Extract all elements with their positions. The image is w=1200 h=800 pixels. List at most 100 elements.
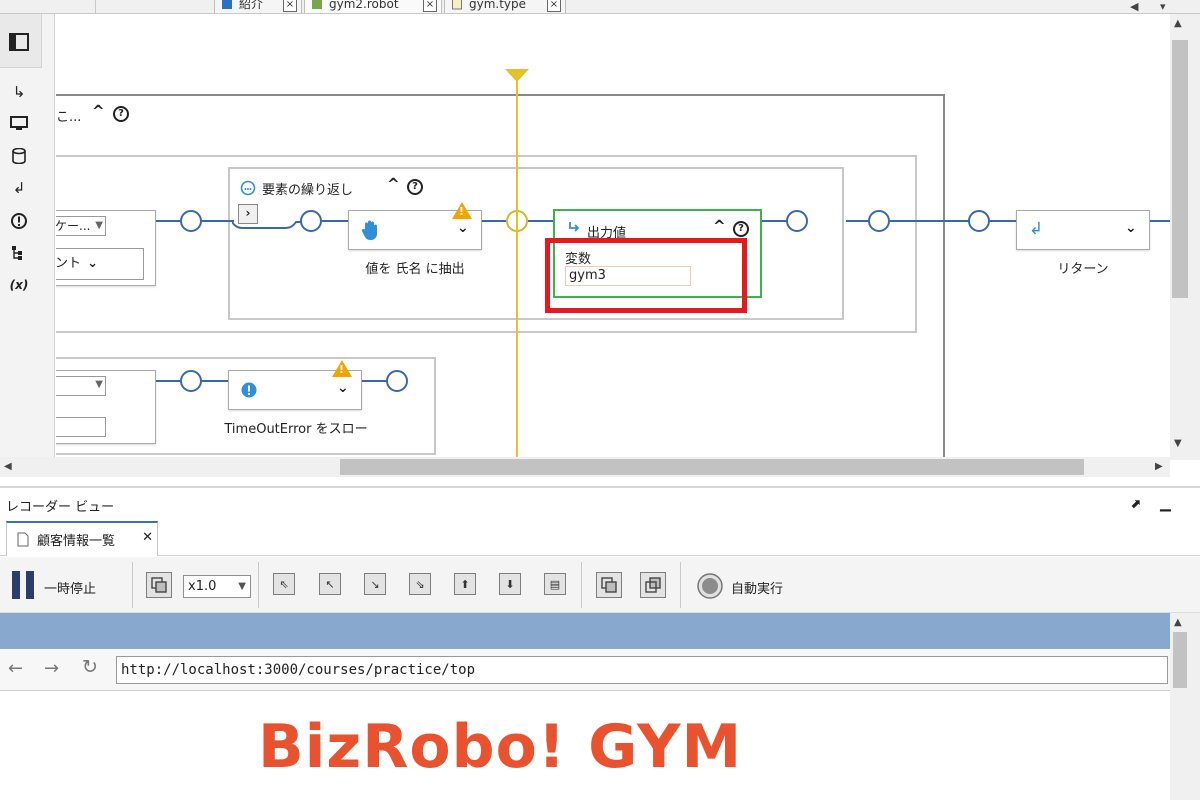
connector-node[interactable] (386, 370, 408, 392)
hand-icon (361, 220, 377, 240)
window-forward-button[interactable] (640, 572, 666, 598)
scroll-left-icon[interactable]: ◀ (4, 461, 12, 472)
flow-canvas[interactable]: こ... ^ ? 要素の繰り返し ^ ? › ケー... ▼ ント ⌄ ⌄ ! … (56, 14, 1170, 460)
connector-node[interactable] (868, 210, 890, 232)
editor-tab-strip: 紹介 × gym2.robot × gym.type × ◀ ▾ (0, 0, 1200, 14)
nav-down-right-button[interactable]: ↘ (364, 573, 386, 595)
help-icon[interactable]: ? (407, 179, 423, 195)
speed-select[interactable]: x1.0 ▼ (183, 575, 251, 598)
tab-gym2-robot-label: gym2.robot (329, 0, 399, 11)
error-icon[interactable] (8, 210, 30, 232)
recorder-tab[interactable]: 顧客情報一覧 ✕ (6, 521, 158, 556)
connector-node[interactable] (968, 210, 990, 232)
browser-header-bar (0, 613, 1170, 649)
tab-scroll-left-icon[interactable]: ◀ (1130, 0, 1138, 13)
tab-intro[interactable]: 紹介 × (214, 0, 302, 13)
connector-node[interactable] (300, 210, 322, 232)
back-arrow-icon[interactable]: ← (8, 658, 23, 679)
pause-button[interactable] (12, 571, 36, 599)
scroll-up-icon[interactable]: ▲ (1174, 617, 1182, 628)
connector-node[interactable] (180, 210, 202, 232)
address-bar[interactable]: http://localhost:3000/courses/practice/t… (116, 656, 1168, 684)
collapse-icon[interactable]: ^ (713, 217, 726, 235)
home-icon (222, 0, 232, 9)
left-field-value: ント (56, 256, 82, 271)
scroll-right-icon[interactable]: ▶ (1155, 461, 1163, 472)
tab-gym2-robot[interactable]: gym2.robot × (304, 0, 442, 13)
wire (762, 220, 788, 222)
scroll-up-icon[interactable]: ▲ (1174, 18, 1182, 29)
chevron-down-icon[interactable]: ⌄ (337, 380, 349, 396)
close-icon[interactable]: × (423, 0, 437, 12)
close-icon[interactable]: × (547, 0, 561, 12)
pause-label[interactable]: 一時停止 (44, 578, 96, 597)
robot-icon (312, 0, 322, 9)
scroll-down-icon[interactable]: ▼ (1174, 438, 1182, 449)
nav-down-button[interactable]: ⬇ (499, 573, 521, 595)
left-field[interactable]: ント ⌄ (56, 248, 144, 280)
left-dropdown[interactable]: ケー... ▼ (56, 216, 106, 236)
return-step[interactable]: ↲ ⌄ (1016, 210, 1150, 250)
chevron-down-icon: ▼ (95, 220, 103, 231)
arrow-down-right-icon: ↘ (370, 577, 380, 591)
reload-icon[interactable]: ↻ (82, 656, 98, 678)
collapse-icon[interactable]: ^ (92, 102, 105, 120)
lower-left-field[interactable] (56, 417, 106, 437)
monitor-icon[interactable] (8, 113, 30, 135)
panel-toggle-icon[interactable] (8, 31, 30, 53)
forward-arrow-icon[interactable]: → (44, 658, 59, 679)
close-icon[interactable]: ✕ (142, 530, 153, 545)
toolbar-separator (680, 562, 681, 608)
wire (156, 220, 182, 222)
connector-node[interactable] (786, 210, 808, 232)
connector-node[interactable] (180, 370, 202, 392)
canvas-horizontal-scroll-thumb[interactable] (340, 459, 1084, 475)
tree-icon[interactable] (8, 242, 30, 264)
auto-run-button[interactable] (697, 573, 723, 599)
auto-run-label[interactable]: 自動実行 (731, 578, 783, 597)
nav-first-button[interactable]: ⇖ (273, 573, 295, 595)
tab-list-icon[interactable]: ▾ (1160, 0, 1166, 13)
arrow-down-right-double-icon: ⇘ (415, 577, 425, 591)
help-icon[interactable]: ? (733, 221, 749, 237)
arrow-up-left-double-icon: ⇖ (279, 577, 289, 591)
nav-up-left-button[interactable]: ↖ (319, 573, 341, 595)
nav-up-button[interactable]: ⬆ (454, 573, 476, 595)
return-step-caption: リターン (1057, 262, 1109, 277)
minimize-icon[interactable]: ▁ (1160, 496, 1171, 512)
nav-last-button[interactable]: ⇘ (409, 573, 431, 595)
speed-value: x1.0 (188, 579, 217, 594)
wire (362, 380, 388, 382)
toolbar-separator (258, 562, 259, 608)
timeline-marker-icon[interactable] (505, 69, 529, 82)
return-icon[interactable]: ↲ (8, 177, 30, 199)
help-icon[interactable]: ? (113, 106, 129, 122)
collapse-icon[interactable]: ^ (387, 175, 400, 193)
view-separator[interactable] (0, 486, 1200, 488)
wire (1150, 220, 1170, 222)
left-toolbar: ↳ ↲ (x) (0, 14, 55, 460)
tab-gym-type[interactable]: gym.type × (444, 0, 566, 13)
page-button[interactable]: ▤ (544, 573, 566, 595)
chevron-down-icon[interactable]: ⌄ (457, 220, 469, 236)
wire (202, 220, 234, 222)
lower-left-dropdown[interactable]: ▼ (56, 376, 106, 396)
variable-icon[interactable]: (x) (8, 274, 30, 296)
restore-icon[interactable]: ⬈ (1130, 497, 1141, 512)
recorder-vertical-scroll-thumb[interactable] (1173, 632, 1187, 688)
chevron-down-icon: ⌄ (87, 256, 99, 271)
wire (890, 220, 970, 222)
step-arrow-icon[interactable]: ↳ (8, 81, 30, 103)
canvas-vertical-scroll-thumb[interactable] (1172, 40, 1188, 298)
recorder-tab-label: 顧客情報一覧 (37, 534, 116, 549)
window-back-button[interactable] (596, 572, 622, 598)
wire (482, 220, 508, 222)
database-icon[interactable] (8, 145, 30, 167)
step-back-button[interactable] (146, 572, 172, 598)
tab-gym-type-label: gym.type (469, 0, 527, 11)
chevron-down-icon: ▼ (95, 379, 103, 390)
record-icon (697, 573, 723, 599)
warning-icon: ! (452, 202, 472, 219)
close-icon[interactable]: × (283, 0, 297, 12)
chevron-down-icon[interactable]: ⌄ (1125, 220, 1137, 236)
